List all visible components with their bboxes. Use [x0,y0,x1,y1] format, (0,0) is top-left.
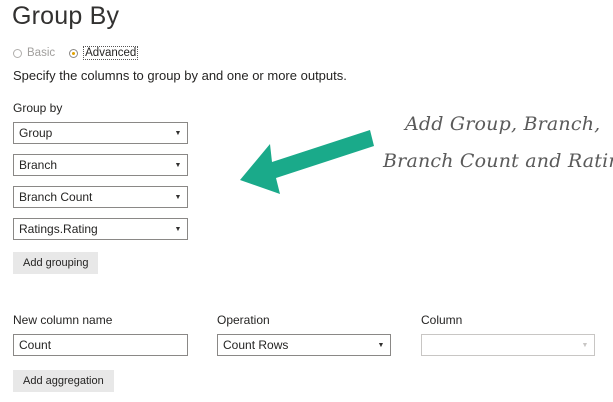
new-column-name-label: New column name [13,313,113,327]
chevron-down-icon[interactable]: ▼ [169,162,187,169]
group-by-dropdown-1-value: Group [19,126,53,140]
column-dropdown[interactable]: ▼ [421,334,595,356]
radio-basic-circle[interactable] [13,48,22,58]
chevron-down-icon[interactable]: ▼ [372,342,390,349]
chevron-down-icon[interactable]: ▼ [169,130,187,137]
new-column-name-input[interactable] [13,334,188,356]
operation-label: Operation [217,313,270,327]
dialog-title: Group By [12,2,120,30]
group-by-dropdown-2[interactable]: Branch ▼ [13,154,188,176]
add-aggregation-button[interactable]: Add aggregation [13,370,114,392]
dialog-description: Specify the columns to group by and one … [13,68,347,83]
column-label: Column [421,313,463,327]
radio-advanced-label[interactable]: Advanced [83,46,139,60]
radio-advanced-circle[interactable] [69,48,79,58]
chevron-down-icon[interactable]: ▼ [169,194,187,201]
group-by-dropdown-4-value: Ratings.Rating [19,222,98,236]
group-by-label: Group by [13,101,63,115]
annotation-line-1: Add Group, Branch, [405,113,601,135]
group-by-dropdown-2-value: Branch [19,158,58,172]
group-by-dropdown-1[interactable]: Group ▼ [13,122,188,144]
radio-basic-label[interactable]: Basic [27,47,55,59]
group-by-dropdown-3[interactable]: Branch Count ▼ [13,186,188,208]
chevron-down-icon[interactable]: ▼ [169,226,187,233]
add-grouping-button[interactable]: Add grouping [13,252,99,274]
operation-dropdown[interactable]: Count Rows ▼ [217,334,391,356]
arrow-shape [240,130,374,194]
group-by-dropdown-3-value: Branch Count [19,190,93,204]
radio-advanced[interactable]: Advanced [69,46,139,60]
group-by-dropdown-4[interactable]: Ratings.Rating ▼ [13,218,188,240]
operation-dropdown-value: Count Rows [223,338,289,352]
arrow-left-icon [240,130,374,194]
radio-basic[interactable]: Basic [13,47,55,59]
chevron-down-icon[interactable]: ▼ [576,342,594,349]
group-by-dialog: Group By Basic Advanced Specify the colu… [0,0,613,402]
mode-radio-group: Basic Advanced [13,46,152,60]
annotation-line-2: Branch Count and Ratings [383,150,613,172]
